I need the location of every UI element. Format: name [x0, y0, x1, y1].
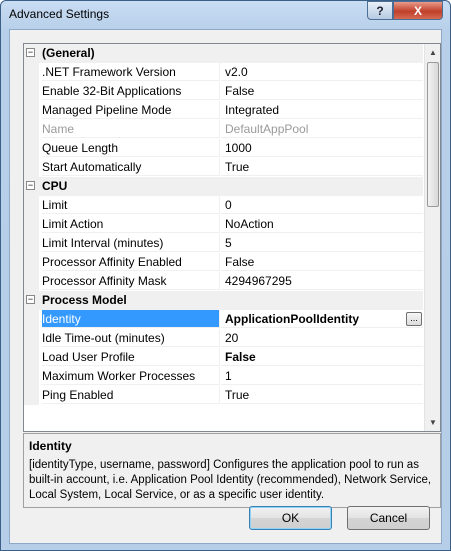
property-value[interactable]: 1: [221, 367, 423, 385]
property-name: Queue Length: [42, 139, 220, 157]
category-label: (General): [42, 46, 95, 60]
property-row-pipeline-mode[interactable]: Managed Pipeline Mode Integrated: [24, 101, 423, 120]
property-value[interactable]: False: [221, 82, 423, 100]
property-name: Maximum Worker Processes: [42, 367, 220, 385]
property-name: Load User Profile: [42, 348, 220, 366]
property-name: Limit Interval (minutes): [42, 234, 220, 252]
scroll-down-icon[interactable]: ▼: [425, 414, 440, 431]
row-gutter: [24, 348, 39, 367]
category-label: Process Model: [42, 293, 127, 307]
cancel-button[interactable]: Cancel: [347, 506, 430, 530]
row-gutter: [24, 386, 39, 405]
property-value: DefaultAppPool: [221, 120, 423, 138]
property-value[interactable]: 4294967295: [221, 272, 423, 290]
property-name: .NET Framework Version: [42, 63, 220, 81]
category-process-model[interactable]: − Process Model: [24, 291, 423, 310]
title-bar[interactable]: Advanced Settings ? X: [1, 1, 450, 29]
row-gutter: [24, 139, 39, 158]
property-name: Start Automatically: [42, 158, 220, 176]
property-row-limit[interactable]: Limit 0: [24, 196, 423, 215]
row-gutter: [24, 196, 39, 215]
property-row-identity[interactable]: Identity ApplicationPoolIdentity ...: [24, 310, 423, 329]
property-name: Managed Pipeline Mode: [42, 101, 220, 119]
property-row-queue-length[interactable]: Queue Length 1000: [24, 139, 423, 158]
property-value[interactable]: Integrated: [221, 101, 423, 119]
property-value[interactable]: False: [221, 348, 423, 366]
property-value[interactable]: True: [221, 158, 423, 176]
property-name: Identity: [42, 310, 220, 328]
row-gutter: [24, 82, 39, 101]
row-gutter: [24, 215, 39, 234]
property-name: Name: [42, 120, 220, 138]
collapse-icon[interactable]: −: [26, 48, 35, 57]
property-value[interactable]: ApplicationPoolIdentity: [221, 310, 423, 328]
property-row-start-automatically[interactable]: Start Automatically True: [24, 158, 423, 177]
property-name: Limit: [42, 196, 220, 214]
property-row-enable-32bit[interactable]: Enable 32-Bit Applications False: [24, 82, 423, 101]
property-value[interactable]: 20: [221, 329, 423, 347]
property-row-max-worker-processes[interactable]: Maximum Worker Processes 1: [24, 367, 423, 386]
category-general[interactable]: − (General): [24, 44, 423, 63]
description-text: [identityType, username, password] Confi…: [29, 459, 432, 501]
property-row-limit-action[interactable]: Limit Action NoAction: [24, 215, 423, 234]
row-gutter: [24, 158, 39, 177]
row-gutter: [24, 63, 39, 82]
ok-button[interactable]: OK: [249, 506, 332, 530]
property-row-name[interactable]: Name DefaultAppPool: [24, 120, 423, 139]
row-gutter: [24, 329, 39, 348]
row-gutter: [24, 101, 39, 120]
property-value[interactable]: True: [221, 386, 423, 404]
property-row-affinity-enabled[interactable]: Processor Affinity Enabled False: [24, 253, 423, 272]
collapse-icon[interactable]: −: [26, 295, 35, 304]
property-grid: − (General) .NET Framework Version v2.0 …: [23, 43, 441, 432]
window-title: Advanced Settings: [9, 7, 110, 21]
property-row-affinity-mask[interactable]: Processor Affinity Mask 4294967295: [24, 272, 423, 291]
property-value[interactable]: 0: [221, 196, 423, 214]
property-row-limit-interval[interactable]: Limit Interval (minutes) 5: [24, 234, 423, 253]
row-gutter: [24, 272, 39, 291]
row-gutter: [24, 234, 39, 253]
row-gutter: [24, 120, 39, 139]
property-name: Processor Affinity Enabled: [42, 253, 220, 271]
property-value[interactable]: 5: [221, 234, 423, 252]
property-row-idle-timeout[interactable]: Idle Time-out (minutes) 20: [24, 329, 423, 348]
property-name: Idle Time-out (minutes): [42, 329, 220, 347]
property-name: Limit Action: [42, 215, 220, 233]
description-title: Identity: [29, 439, 72, 453]
vertical-scrollbar[interactable]: ▲ ▼: [424, 44, 440, 431]
dialog-client-area: − (General) .NET Framework Version v2.0 …: [9, 29, 442, 544]
property-value[interactable]: NoAction: [221, 215, 423, 233]
ellipsis-button[interactable]: ...: [406, 312, 422, 326]
category-cpu[interactable]: − CPU: [24, 177, 423, 196]
description-panel: Identity [identityType, username, passwo…: [23, 433, 441, 508]
property-name: Enable 32-Bit Applications: [42, 82, 220, 100]
close-button[interactable]: X: [393, 1, 443, 20]
property-value[interactable]: 1000: [221, 139, 423, 157]
property-row-ping-enabled[interactable]: Ping Enabled True: [24, 386, 423, 405]
help-button[interactable]: ?: [367, 1, 393, 20]
row-gutter: [24, 310, 39, 329]
category-label: CPU: [42, 179, 68, 193]
row-gutter: [24, 253, 39, 272]
property-name: Ping Enabled: [42, 386, 220, 404]
property-value[interactable]: v2.0: [221, 63, 423, 81]
advanced-settings-window: Advanced Settings ? X − (General) .NET F…: [0, 0, 451, 551]
scroll-up-icon[interactable]: ▲: [425, 44, 440, 61]
resize-grip-icon[interactable]: [431, 534, 441, 544]
property-value[interactable]: False: [221, 253, 423, 271]
collapse-icon[interactable]: −: [26, 181, 35, 190]
property-name: Processor Affinity Mask: [42, 272, 220, 290]
row-gutter: [24, 367, 39, 386]
property-row-framework-version[interactable]: .NET Framework Version v2.0: [24, 63, 423, 82]
scroll-thumb[interactable]: [427, 62, 439, 207]
property-row-load-user-profile[interactable]: Load User Profile False: [24, 348, 423, 367]
